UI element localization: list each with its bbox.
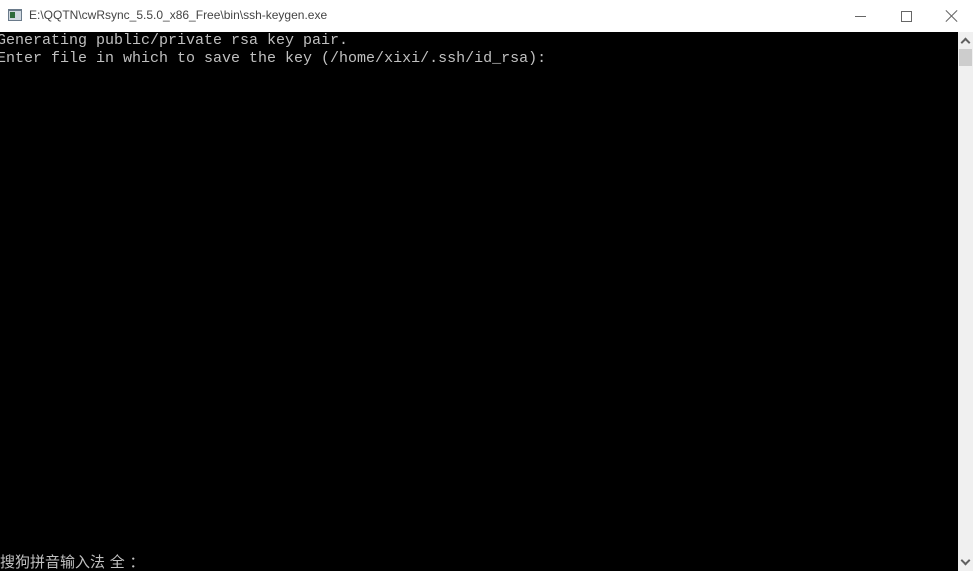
scroll-up-button[interactable] bbox=[958, 32, 973, 49]
vertical-scrollbar[interactable] bbox=[958, 32, 973, 571]
window-title: E:\QQTN\cwRsync_5.5.0_x86_Free\bin\ssh-k… bbox=[29, 8, 328, 22]
ime-status-bar: 搜狗拼音输入法 全 ： bbox=[0, 553, 145, 571]
minimize-icon bbox=[854, 15, 866, 17]
maximize-icon bbox=[900, 10, 912, 22]
console-line: Generating public/private rsa key pair. bbox=[0, 32, 349, 49]
chevron-down-icon bbox=[960, 555, 971, 566]
close-icon bbox=[946, 10, 958, 22]
scrollbar-thumb[interactable] bbox=[959, 49, 972, 66]
chevron-up-icon bbox=[960, 37, 971, 48]
scroll-down-button[interactable] bbox=[958, 554, 973, 571]
console-output[interactable]: Generating public/private rsa key pair. … bbox=[0, 32, 958, 571]
console-line: Enter file in which to save the key (/ho… bbox=[0, 50, 547, 67]
close-button[interactable] bbox=[929, 0, 973, 32]
maximize-button[interactable] bbox=[883, 0, 929, 32]
console-app-icon[interactable] bbox=[8, 9, 22, 21]
title-bar[interactable]: E:\QQTN\cwRsync_5.5.0_x86_Free\bin\ssh-k… bbox=[0, 0, 973, 32]
minimize-button[interactable] bbox=[837, 0, 883, 32]
